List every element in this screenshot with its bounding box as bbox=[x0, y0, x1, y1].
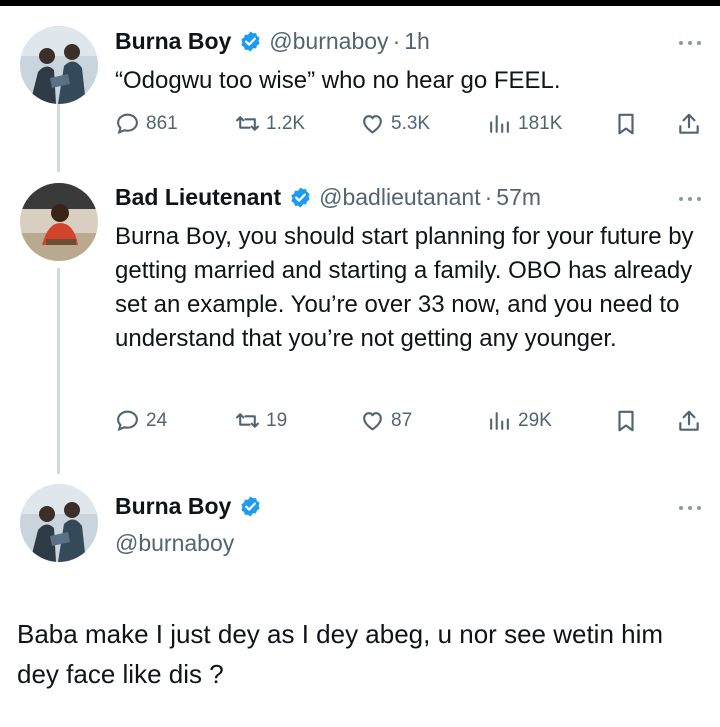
views-count: 181K bbox=[518, 112, 563, 134]
reply-icon bbox=[117, 113, 138, 135]
thread-line bbox=[57, 268, 60, 474]
like-icon bbox=[363, 412, 382, 431]
share-icon bbox=[679, 410, 699, 431]
avatar[interactable] bbox=[20, 26, 98, 104]
retweet-count: 1.2K bbox=[266, 112, 306, 134]
bookmark-icon bbox=[618, 410, 634, 432]
share-button[interactable] bbox=[676, 111, 702, 142]
verified-badge-icon bbox=[241, 31, 260, 52]
more-icon[interactable] bbox=[679, 194, 701, 204]
thread-line bbox=[57, 104, 60, 172]
views-count: 29K bbox=[518, 409, 552, 431]
more-icon[interactable] bbox=[679, 503, 701, 513]
more-icon[interactable] bbox=[679, 38, 701, 48]
avatar-image bbox=[20, 26, 98, 104]
caption-text: Baba make I just dey as I dey abeg, u no… bbox=[17, 619, 664, 689]
retweet-icon bbox=[236, 413, 259, 428]
avatar[interactable] bbox=[20, 484, 98, 562]
reply-icon bbox=[117, 410, 138, 432]
tweet-actions: 24 19 87 29K bbox=[115, 408, 705, 438]
views-icon bbox=[490, 115, 509, 133]
tweet-text: Burna Boy, you should start planning for… bbox=[115, 223, 694, 352]
retweet-button[interactable]: 19 bbox=[235, 408, 287, 433]
like-button[interactable]: 5.3K bbox=[360, 111, 430, 136]
like-button[interactable]: 87 bbox=[360, 408, 412, 433]
tweet-header: Burna Boy @burnaboy · 1h bbox=[115, 28, 430, 55]
retweet-count: 19 bbox=[266, 409, 288, 431]
display-name[interactable]: Burna Boy bbox=[115, 493, 231, 520]
avatar[interactable] bbox=[20, 183, 98, 261]
verified-badge-icon bbox=[241, 496, 260, 517]
avatar-image bbox=[20, 484, 98, 562]
verified-badge-icon bbox=[291, 187, 310, 208]
user-handle[interactable]: @badlieutanant bbox=[319, 184, 480, 211]
like-icon bbox=[363, 115, 382, 134]
bookmark-button[interactable] bbox=[613, 408, 639, 439]
views-button[interactable]: 181K bbox=[487, 111, 562, 136]
like-count: 87 bbox=[391, 409, 413, 431]
tweet-header: Burna Boy bbox=[115, 493, 269, 520]
timestamp[interactable]: 1h bbox=[404, 28, 430, 55]
reply-count: 861 bbox=[146, 112, 178, 134]
retweet-icon bbox=[236, 116, 259, 131]
share-icon bbox=[679, 113, 699, 134]
retweet-button[interactable]: 1.2K bbox=[235, 111, 305, 136]
display-name[interactable]: Bad Lieutenant bbox=[115, 184, 281, 211]
like-count: 5.3K bbox=[391, 112, 431, 134]
views-icon bbox=[490, 412, 509, 430]
bookmark-icon bbox=[618, 113, 634, 135]
user-handle[interactable]: @burnaboy bbox=[115, 530, 234, 557]
display-name[interactable]: Burna Boy bbox=[115, 28, 231, 55]
reply-button[interactable]: 861 bbox=[115, 111, 178, 136]
reply-count: 24 bbox=[146, 409, 168, 431]
tweet-text: “Odogwu too wise” who no hear go FEEL. bbox=[115, 67, 561, 94]
tweet-header: Bad Lieutenant @badlieutanant · 57m bbox=[115, 184, 541, 211]
separator-dot: · bbox=[484, 184, 493, 210]
timestamp[interactable]: 57m bbox=[496, 184, 541, 211]
share-button[interactable] bbox=[676, 408, 702, 439]
separator-dot: · bbox=[392, 28, 401, 54]
reply-button[interactable]: 24 bbox=[115, 408, 167, 433]
avatar-image bbox=[20, 183, 98, 261]
user-handle[interactable]: @burnaboy bbox=[269, 28, 388, 55]
bookmark-button[interactable] bbox=[613, 111, 639, 142]
views-button[interactable]: 29K bbox=[487, 408, 552, 433]
tweet-actions: 861 1.2K 5.3K 181K bbox=[115, 111, 705, 141]
top-edge-bar bbox=[0, 0, 720, 6]
